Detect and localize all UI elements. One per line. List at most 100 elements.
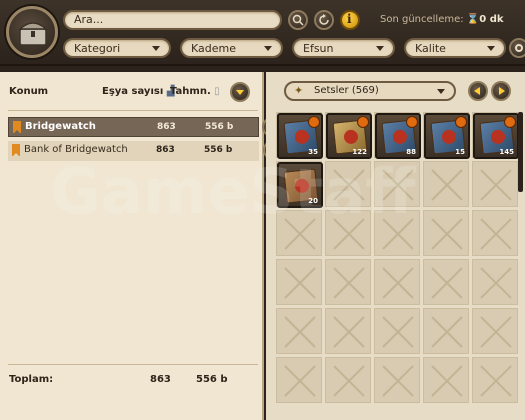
inventory-slot[interactable] (325, 259, 371, 305)
inventory-slot[interactable]: 35 (276, 112, 323, 159)
dropdown-enchant-label: Efsun (303, 42, 334, 55)
enchant-badge-icon (455, 116, 467, 128)
chevron-down-icon (487, 46, 495, 51)
item-tome[interactable]: 88 (375, 113, 421, 159)
table-row[interactable]: Bank of Bridgewatch 863 556 b (8, 140, 283, 161)
divider (8, 364, 258, 365)
gear-icon (515, 44, 523, 52)
bookmark-icon (12, 144, 20, 157)
inventory-slot[interactable]: 145 (472, 112, 519, 159)
dropdown-tier-label: Kademe (191, 42, 236, 55)
dropdown-category[interactable]: Kategori (63, 38, 171, 58)
empty-slot-icon (284, 316, 316, 348)
empty-slot-icon (480, 169, 512, 201)
prev-page-button[interactable] (468, 81, 488, 101)
item-tome[interactable]: 145 (473, 113, 519, 159)
inventory-slot[interactable] (472, 357, 518, 403)
empty-slot-icon (480, 267, 512, 299)
item-tome[interactable]: 15 (424, 113, 470, 159)
column-item-count[interactable]: Eşya sayısı ▟ (102, 86, 174, 97)
empty-slot-icon (382, 267, 414, 299)
inventory-slot[interactable] (325, 161, 371, 207)
chevron-left-icon (474, 87, 480, 95)
inventory-slot[interactable]: 88 (374, 112, 421, 159)
inventory-slot[interactable] (472, 161, 518, 207)
empty-slot-icon (431, 218, 463, 250)
total-label: Toplam: (9, 374, 54, 385)
inventory-slot[interactable] (276, 308, 322, 354)
dropdown-sets[interactable]: ✦ Setsler (569) (284, 81, 456, 101)
inventory-slot[interactable] (325, 308, 371, 354)
item-tome[interactable]: 35 (277, 113, 323, 159)
empty-slot-icon (333, 218, 365, 250)
inventory-slot[interactable] (423, 161, 469, 207)
item-quantity: 145 (499, 148, 514, 156)
last-update: Son güncelleme: ⌛0 dk (380, 14, 504, 25)
column-location[interactable]: Konum (9, 86, 48, 97)
column-estimate-label: Tahmn. (170, 86, 211, 97)
inventory-slot[interactable] (472, 259, 518, 305)
seal-icon (343, 129, 359, 145)
column-estimate[interactable]: Tahmn. ▯ (170, 86, 220, 97)
column-item-count-label: Eşya sayısı (102, 86, 164, 97)
search-input[interactable]: Ara... (63, 10, 282, 30)
empty-slot-icon (333, 365, 365, 397)
settings-button[interactable] (509, 38, 525, 58)
row-count: 863 (157, 122, 176, 132)
next-page-button[interactable] (491, 81, 511, 101)
inventory-slot[interactable] (325, 210, 371, 256)
item-tome[interactable]: 122 (326, 113, 372, 159)
dropdown-enchant[interactable]: Efsun (292, 38, 395, 58)
empty-slot-icon (333, 169, 365, 201)
inventory-slot[interactable] (374, 308, 420, 354)
dropdown-category-label: Kategori (74, 42, 121, 55)
empty-slot-icon (284, 365, 316, 397)
item-quantity: 88 (406, 148, 416, 156)
info-button[interactable]: i (340, 10, 360, 30)
search-placeholder: Ara... (74, 13, 104, 26)
dropdown-sets-label: Setsler (569) (314, 85, 379, 96)
row-count: 863 (156, 145, 175, 155)
inventory-slot[interactable] (423, 357, 469, 403)
empty-slot-icon (431, 365, 463, 397)
chevron-down-icon (236, 90, 244, 95)
row-name: Bridgewatch (25, 121, 96, 132)
inventory-slot[interactable] (374, 357, 420, 403)
inventory-slot[interactable] (276, 357, 322, 403)
inventory-slot[interactable]: 20 (276, 161, 323, 208)
empty-slot-icon (382, 218, 414, 250)
refresh-button[interactable] (314, 10, 334, 30)
inventory-slot[interactable] (374, 259, 420, 305)
inventory-slot[interactable] (374, 210, 420, 256)
column-sort-button[interactable] (230, 82, 250, 102)
search-button[interactable] (288, 10, 308, 30)
table-row[interactable]: Bridgewatch 863 556 b (8, 117, 282, 137)
empty-slot-icon (480, 218, 512, 250)
seal-icon (490, 129, 506, 145)
empty-slot-icon (431, 267, 463, 299)
inventory-slot[interactable] (374, 161, 420, 207)
inventory-slot[interactable] (423, 210, 469, 256)
inventory-slot[interactable]: 122 (325, 112, 372, 159)
empty-slot-icon (431, 316, 463, 348)
row-value: 556 b (205, 122, 234, 132)
scrollbar[interactable] (518, 112, 523, 192)
inventory-slot[interactable] (276, 259, 322, 305)
item-quantity: 122 (352, 148, 367, 156)
empty-slot-icon (284, 218, 316, 250)
chest-icon[interactable] (6, 6, 58, 58)
inventory-slot[interactable] (423, 259, 469, 305)
inventory-slot[interactable] (276, 210, 322, 256)
item-tome[interactable]: 20 (277, 162, 323, 208)
dropdown-quality[interactable]: Kalite (404, 38, 506, 58)
dropdown-tier[interactable]: Kademe (180, 38, 283, 58)
inventory-slot[interactable] (472, 308, 518, 354)
seal-icon (294, 178, 310, 194)
inventory-slot[interactable] (472, 210, 518, 256)
inventory-slot[interactable]: 15 (423, 112, 470, 159)
chevron-down-icon (152, 46, 160, 51)
refresh-icon (319, 14, 329, 25)
total-value: 556 b (196, 374, 228, 385)
inventory-slot[interactable] (325, 357, 371, 403)
inventory-slot[interactable] (423, 308, 469, 354)
